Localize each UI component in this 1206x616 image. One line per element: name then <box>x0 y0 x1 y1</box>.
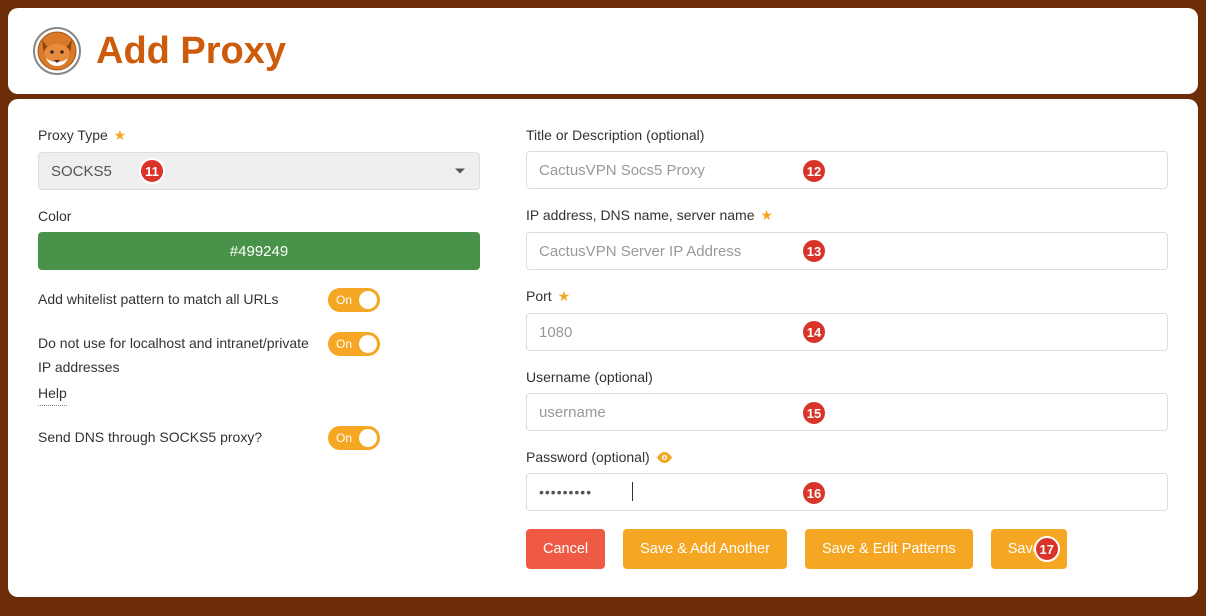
title-group: Title or Description (optional) 12 <box>526 127 1168 189</box>
whitelist-toggle-row: Add whitelist pattern to match all URLs … <box>38 288 480 312</box>
save-add-another-button[interactable]: Save & Add Another <box>623 529 787 569</box>
help-link[interactable]: Help <box>38 382 67 407</box>
eye-icon[interactable] <box>657 449 672 465</box>
localhost-toggle-row: Do not use for localhost and intranet/pr… <box>38 332 480 406</box>
annotation-badge-13: 13 <box>801 238 827 264</box>
password-label: Password (optional) <box>526 449 1168 465</box>
toggle-knob-icon <box>359 291 377 309</box>
save-edit-patterns-button[interactable]: Save & Edit Patterns <box>805 529 973 569</box>
username-input[interactable] <box>526 393 1168 431</box>
port-label: Port ★ <box>526 288 1168 305</box>
app-frame: Add Proxy Proxy Type ★ SOCKS5 11 Color #… <box>3 8 1203 613</box>
toggle-on-text: On <box>336 431 352 445</box>
header-card: Add Proxy <box>8 8 1198 94</box>
ip-label-text: IP address, DNS name, server name <box>526 207 755 223</box>
toggle-on-text: On <box>336 293 352 307</box>
foxyproxy-logo-icon <box>32 26 82 76</box>
title-label: Title or Description (optional) <box>526 127 1168 143</box>
proxy-type-group: Proxy Type ★ SOCKS5 11 <box>38 127 480 190</box>
toggle-knob-icon <box>359 429 377 447</box>
port-group: Port ★ 14 <box>526 288 1168 351</box>
password-group: Password (optional) ••••••••• 16 <box>526 449 1168 511</box>
whitelist-toggle[interactable]: On <box>328 288 380 312</box>
port-input[interactable] <box>526 313 1168 351</box>
annotation-badge-17: 17 <box>1034 536 1060 562</box>
proxy-type-label-text: Proxy Type <box>38 127 108 143</box>
button-row: Cancel Save & Add Another Save & Edit Pa… <box>526 529 1168 569</box>
localhost-label-text: Do not use for localhost and intranet/pr… <box>38 335 309 375</box>
annotation-badge-15: 15 <box>801 400 827 426</box>
ip-label: IP address, DNS name, server name ★ <box>526 207 1168 224</box>
proxy-type-label: Proxy Type ★ <box>38 127 480 144</box>
dns-toggle[interactable]: On <box>328 426 380 450</box>
dns-toggle-row: Send DNS through SOCKS5 proxy? On <box>38 426 480 450</box>
color-picker[interactable]: #499249 <box>38 232 480 270</box>
text-cursor-icon <box>632 482 633 501</box>
title-input[interactable] <box>526 151 1168 189</box>
password-value: ••••••••• <box>539 484 592 500</box>
required-star-icon: ★ <box>558 288 571 304</box>
color-label: Color <box>38 208 480 224</box>
required-star-icon: ★ <box>114 127 127 143</box>
annotation-badge-12: 12 <box>801 158 827 184</box>
whitelist-label: Add whitelist pattern to match all URLs <box>38 288 328 312</box>
proxy-type-select[interactable]: SOCKS5 11 <box>38 152 480 190</box>
left-column: Proxy Type ★ SOCKS5 11 Color #499249 Add… <box>38 127 480 569</box>
dns-label: Send DNS through SOCKS5 proxy? <box>38 426 328 450</box>
annotation-badge-11: 11 <box>139 158 165 184</box>
toggle-on-text: On <box>336 337 352 351</box>
page-title: Add Proxy <box>96 30 286 73</box>
color-group: Color #499249 <box>38 208 480 270</box>
save-button[interactable]: Save 17 <box>991 529 1067 569</box>
ip-group: IP address, DNS name, server name ★ 13 <box>526 207 1168 270</box>
proxy-type-value: SOCKS5 <box>51 163 112 180</box>
ip-input[interactable] <box>526 232 1168 270</box>
right-column: Title or Description (optional) 12 IP ad… <box>526 127 1168 569</box>
username-group: Username (optional) 15 <box>526 369 1168 431</box>
password-label-text: Password (optional) <box>526 449 650 465</box>
color-value: #499249 <box>230 243 288 260</box>
localhost-toggle[interactable]: On <box>328 332 380 356</box>
annotation-badge-16: 16 <box>801 480 827 506</box>
annotation-badge-14: 14 <box>801 319 827 345</box>
chevron-down-icon <box>455 169 465 174</box>
toggle-knob-icon <box>359 335 377 353</box>
password-input[interactable]: ••••••••• <box>526 473 1168 511</box>
content-card: Proxy Type ★ SOCKS5 11 Color #499249 Add… <box>8 99 1198 597</box>
required-star-icon: ★ <box>760 207 773 223</box>
username-label: Username (optional) <box>526 369 1168 385</box>
port-label-text: Port <box>526 288 552 304</box>
localhost-label: Do not use for localhost and intranet/pr… <box>38 332 328 406</box>
cancel-button[interactable]: Cancel <box>526 529 605 569</box>
